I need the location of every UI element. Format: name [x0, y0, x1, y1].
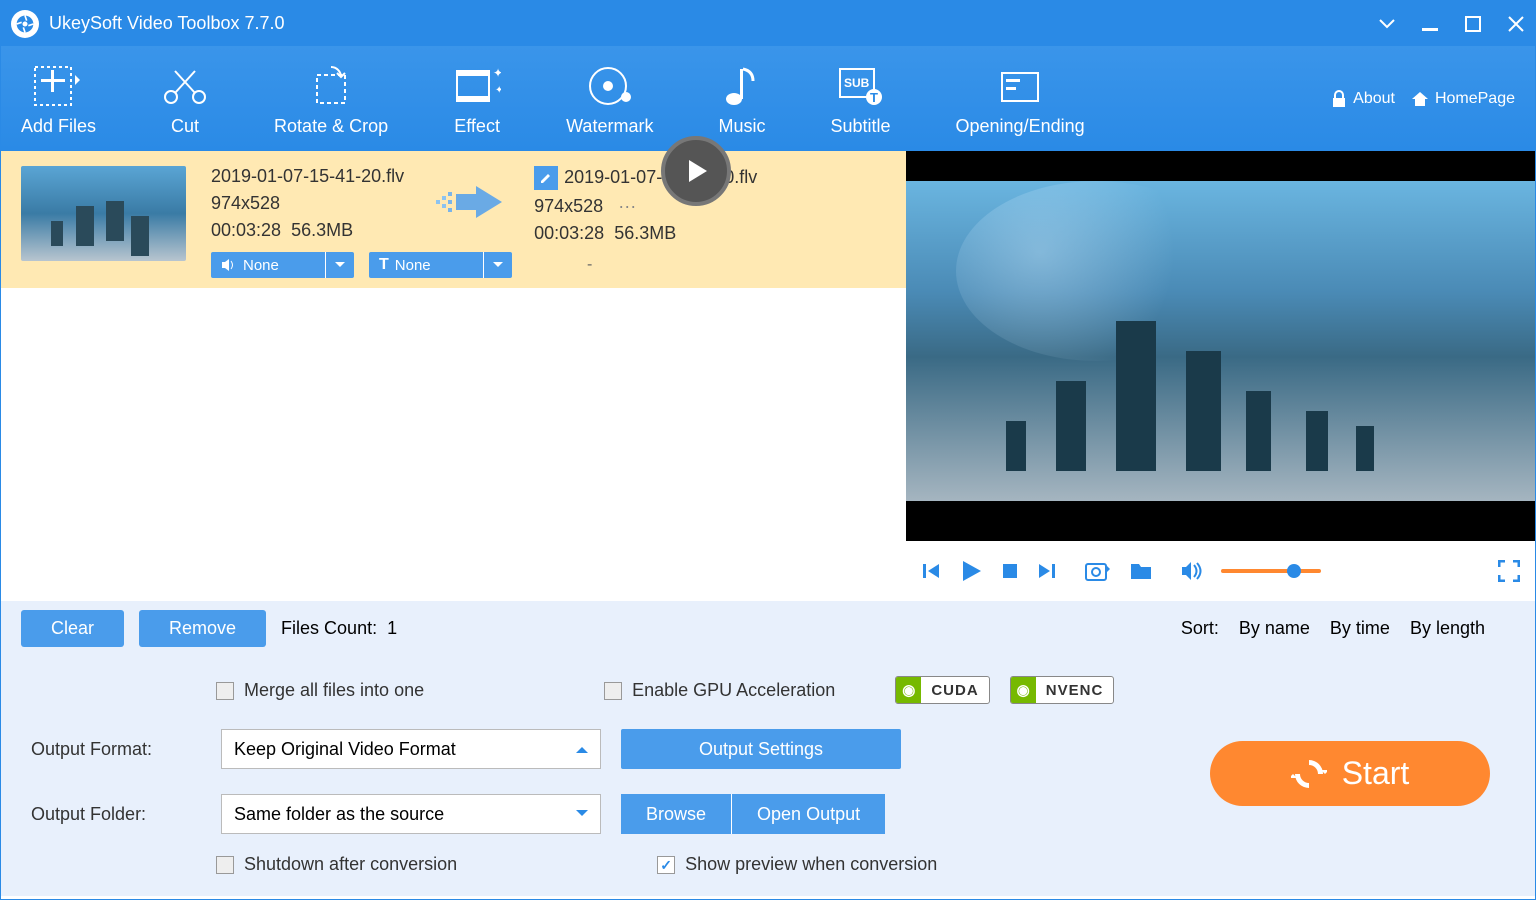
home-icon — [1410, 90, 1430, 108]
maximize-icon[interactable] — [1464, 15, 1482, 33]
main-area: 2019-01-07-15-41-20.flv 974x528 00:03:28… — [1, 151, 1535, 601]
clear-button[interactable]: Clear — [21, 610, 124, 647]
sort-label: Sort: — [1181, 618, 1219, 639]
remove-button[interactable]: Remove — [139, 610, 266, 647]
music-button[interactable]: Music — [718, 61, 765, 137]
volume-button[interactable] — [1181, 561, 1203, 581]
output-format-label: Output Format: — [31, 739, 201, 760]
next-button[interactable] — [1037, 561, 1057, 581]
chevron-down-icon[interactable] — [326, 262, 354, 268]
nvenc-badge: ◉NVENC — [1010, 676, 1115, 704]
dest-duration-size: 00:03:28 56.3MB — [534, 223, 757, 244]
folder-button[interactable] — [1129, 561, 1153, 581]
source-info: 2019-01-07-15-41-20.flv 974x528 00:03:28… — [211, 166, 404, 241]
merge-checkbox[interactable]: Merge all files into one — [216, 680, 424, 701]
start-button[interactable]: Start — [1210, 741, 1490, 806]
speaker-icon — [221, 258, 237, 272]
rotate-crop-button[interactable]: Rotate & Crop — [274, 61, 388, 137]
snapshot-button[interactable] — [1085, 560, 1111, 582]
output-folder-dropdown[interactable]: Same folder as the source — [221, 794, 601, 834]
about-link[interactable]: About — [1330, 90, 1395, 108]
close-icon[interactable] — [1507, 15, 1525, 33]
cuda-badge: ◉CUDA — [895, 676, 989, 704]
add-files-button[interactable]: Add Files — [21, 61, 96, 137]
effect-button[interactable]: ✦✦ Effect — [453, 61, 501, 137]
opening-ending-button[interactable]: Opening/Ending — [956, 61, 1085, 137]
action-bar: Clear Remove Files Count: 1 Sort: By nam… — [1, 601, 1535, 656]
preview-image — [906, 181, 1535, 501]
play-button[interactable] — [959, 559, 983, 583]
minimize-icon[interactable] — [1421, 15, 1439, 33]
toolbar: Add Files Cut Rotate & Crop ✦✦ Effect Wa… — [1, 46, 1535, 151]
browse-button[interactable]: Browse — [621, 794, 732, 834]
source-resolution: 974x528 — [211, 193, 404, 214]
shutdown-checkbox[interactable]: Shutdown after conversion — [216, 854, 457, 875]
chevron-down-icon — [576, 810, 588, 818]
output-folder-label: Output Folder: — [31, 804, 201, 825]
svg-text:✦: ✦ — [495, 85, 501, 96]
audio-track-select[interactable]: None — [211, 252, 354, 278]
file-item[interactable]: 2019-01-07-15-41-20.flv 974x528 00:03:28… — [1, 151, 906, 288]
svg-text:✦: ✦ — [493, 66, 501, 80]
svg-text:SUB: SUB — [844, 76, 870, 90]
bottom-panel: Merge all files into one Enable GPU Acce… — [1, 656, 1535, 896]
play-overlay-button[interactable] — [661, 136, 731, 206]
refresh-icon — [1291, 756, 1327, 792]
preview-panel — [906, 151, 1535, 541]
source-duration-size: 00:03:28 56.3MB — [211, 220, 404, 241]
file-thumbnail — [21, 166, 186, 261]
menu-dropdown-icon[interactable] — [1378, 15, 1396, 33]
sort-by-length[interactable]: By length — [1410, 618, 1485, 639]
open-output-button[interactable]: Open Output — [732, 794, 885, 834]
output-settings-button[interactable]: Output Settings — [621, 729, 901, 769]
fullscreen-button[interactable] — [1498, 560, 1520, 582]
lock-icon — [1330, 90, 1348, 108]
subtitle-track-select[interactable]: TNone — [369, 252, 512, 278]
watermark-button[interactable]: Watermark — [566, 61, 653, 137]
edit-icon[interactable] — [534, 166, 558, 190]
cut-button[interactable]: Cut — [161, 61, 209, 137]
chevron-up-icon — [576, 745, 588, 753]
volume-slider[interactable] — [1221, 569, 1321, 573]
app-logo — [11, 10, 39, 38]
output-format-dropdown[interactable]: Keep Original Video Format — [221, 729, 601, 769]
sort-by-name[interactable]: By name — [1239, 618, 1310, 639]
subtitle-button[interactable]: SUBT Subtitle — [830, 61, 890, 137]
player-controls — [906, 541, 1535, 601]
files-count-label: Files Count: 1 — [281, 618, 397, 639]
source-filename: 2019-01-07-15-41-20.flv — [211, 166, 404, 187]
show-preview-checkbox[interactable]: Show preview when conversion — [657, 854, 937, 875]
dash-separator: - — [587, 256, 592, 274]
arrow-icon — [434, 186, 504, 231]
chevron-down-icon[interactable] — [484, 262, 512, 268]
file-list: 2019-01-07-15-41-20.flv 974x528 00:03:28… — [1, 151, 906, 601]
stop-button[interactable] — [1001, 562, 1019, 580]
homepage-link[interactable]: HomePage — [1410, 90, 1515, 108]
sort-by-time[interactable]: By time — [1330, 618, 1390, 639]
titlebar: UkeySoft Video Toolbox 7.7.0 — [1, 1, 1535, 46]
gpu-checkbox[interactable]: Enable GPU Acceleration — [604, 680, 835, 701]
prev-button[interactable] — [921, 561, 941, 581]
dest-resolution: 974x528··· — [534, 196, 757, 217]
svg-text:T: T — [870, 90, 878, 105]
app-title: UkeySoft Video Toolbox 7.7.0 — [49, 13, 1378, 34]
